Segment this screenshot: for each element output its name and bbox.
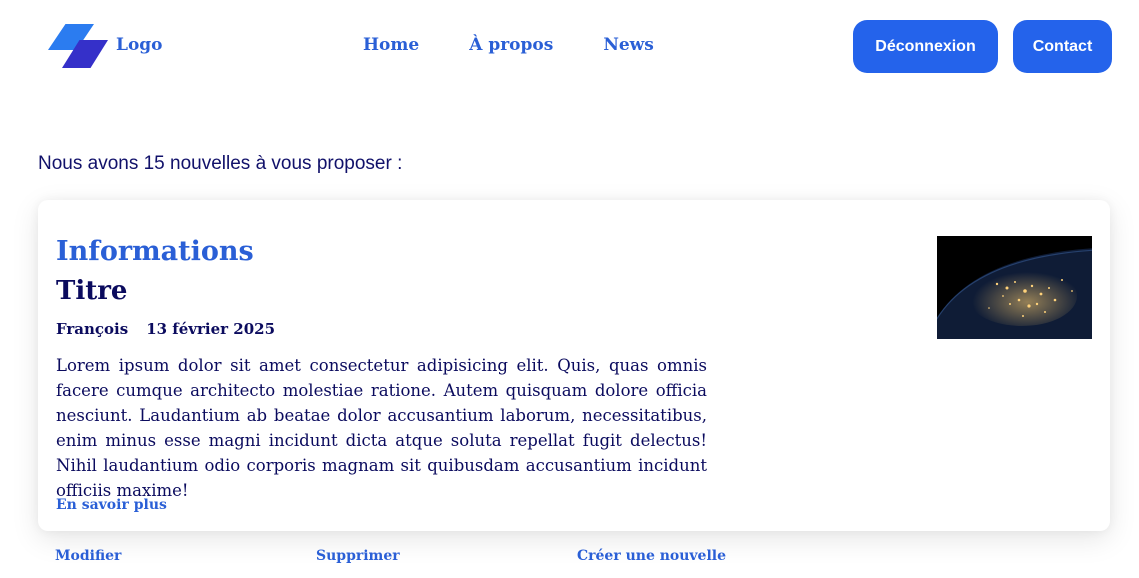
logo-link[interactable]: Logo [48, 24, 163, 68]
article-category: Informations [56, 236, 254, 267]
article-title: Titre [56, 276, 128, 306]
article-actions: Modifier Supprimer Créer une nouvelle [55, 548, 955, 568]
earth-at-night-image [937, 236, 1092, 339]
news-card: Informations Titre François 13 février 2… [38, 200, 1110, 531]
article-body: Lorem ipsum dolor sit amet consectetur a… [56, 356, 707, 500]
main-nav: Home À propos News [363, 35, 704, 55]
article-date: 13 février 2025 [146, 320, 276, 338]
article-author: François [56, 320, 129, 338]
news-count-text: Nous avons 15 nouvelles à vous proposer … [38, 153, 403, 174]
create-new-link[interactable]: Créer une nouvelle [577, 548, 726, 564]
logout-button[interactable]: Déconnexion [853, 20, 998, 73]
nav-news[interactable]: News [603, 35, 654, 55]
article-meta: François 13 février 2025 [56, 320, 275, 338]
edit-link[interactable]: Modifier [55, 548, 121, 564]
contact-button[interactable]: Contact [1013, 20, 1112, 73]
nav-about[interactable]: À propos [469, 35, 553, 55]
logo-label: Logo [116, 35, 163, 55]
read-more-link[interactable]: En savoir plus [56, 497, 167, 513]
delete-link[interactable]: Supprimer [316, 548, 400, 564]
site-header: Logo Home À propos News Déconnexion Cont… [0, 0, 1139, 95]
nav-home[interactable]: Home [363, 35, 419, 55]
logo-icon [48, 24, 110, 68]
